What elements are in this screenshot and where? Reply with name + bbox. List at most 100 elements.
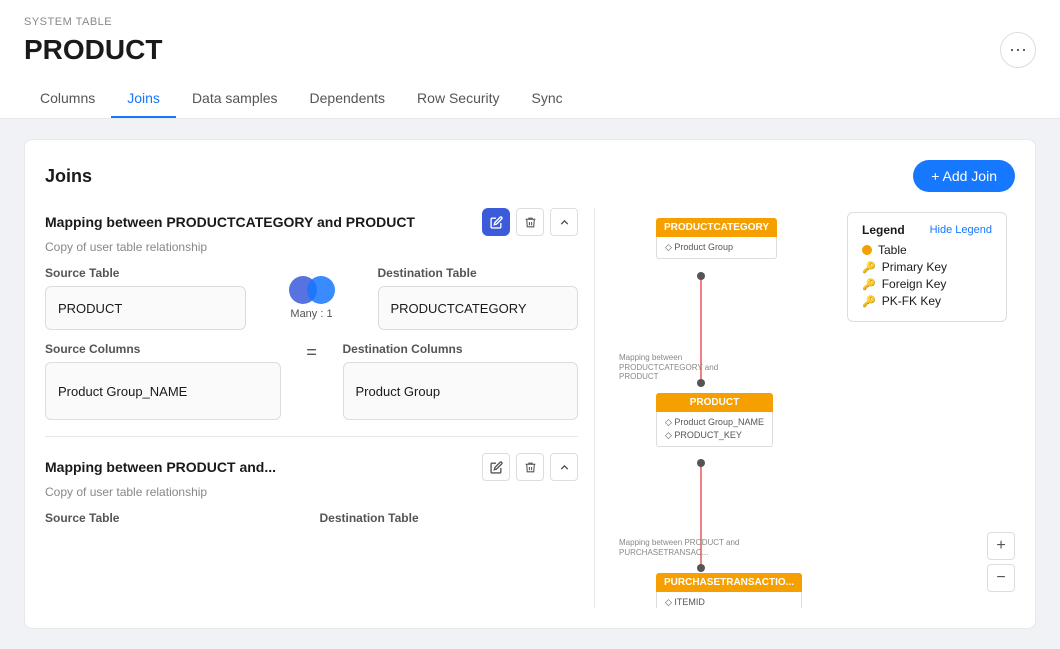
node-field: ◇ ITEMID xyxy=(665,596,793,608)
system-table-label: SYSTEM TABLE xyxy=(24,16,1036,28)
mapping-2-delete-button[interactable] xyxy=(516,453,544,481)
destination-columns-label: Destination Columns xyxy=(343,342,579,356)
tab-joins[interactable]: Joins xyxy=(111,80,176,118)
edit-icon xyxy=(490,216,503,229)
page-title: PRODUCT xyxy=(24,34,162,66)
divider xyxy=(45,436,578,437)
mapping-1-subtitle: Copy of user table relationship xyxy=(45,240,578,254)
more-options-button[interactable]: ⋯ xyxy=(1000,32,1036,68)
tab-dependents[interactable]: Dependents xyxy=(294,80,402,118)
foreign-key-icon: 🔑 xyxy=(862,278,876,291)
main-content: Joins + Add Join Mapping between PRODUCT… xyxy=(0,119,1060,649)
node-product-body: ◇ Product Group_NAME ◇ PRODUCT_KEY xyxy=(656,412,773,447)
mapping-1-title: Mapping between PRODUCTCATEGORY and PROD… xyxy=(45,214,415,230)
mapping-2-subtitle: Copy of user table relationship xyxy=(45,485,578,499)
legend-item-pk: 🔑 Primary Key xyxy=(862,260,992,274)
tab-data-samples[interactable]: Data samples xyxy=(176,80,294,118)
mapping-2-title: Mapping between PRODUCT and... xyxy=(45,459,276,475)
zoom-out-button[interactable]: − xyxy=(987,564,1015,592)
source-table-block: Source Table PRODUCT xyxy=(45,266,246,330)
mapping-1-edit-button[interactable] xyxy=(482,208,510,236)
legend-pkfk-label: PK-FK Key xyxy=(882,294,941,308)
destination-table-label: Destination Table xyxy=(378,266,579,280)
venn-diagram xyxy=(289,276,335,304)
node-field: ◇ PRODUCT_KEY xyxy=(665,429,764,442)
zoom-in-button[interactable]: + xyxy=(987,532,1015,560)
source-table-label-2: Source Table xyxy=(45,511,304,525)
source-table-value: PRODUCT xyxy=(45,286,246,330)
node-purchasetransaction-header: PURCHASETRANSACTIO... xyxy=(656,573,802,592)
chevron-up-icon xyxy=(558,216,571,229)
tab-row-security[interactable]: Row Security xyxy=(401,80,515,118)
connector-label-2: Mapping between PRODUCT and PURCHASETRAN… xyxy=(619,538,759,557)
source-table-block-2: Source Table xyxy=(45,511,304,531)
header: SYSTEM TABLE PRODUCT ⋯ Columns Joins Dat… xyxy=(0,0,1060,119)
sd-table-row-2: Source Table Destination Table xyxy=(45,511,578,531)
node-product-header: PRODUCT xyxy=(656,393,773,412)
diagram-area: PRODUCTCATEGORY ◇ Product Group Mapping … xyxy=(611,208,1015,608)
mapping-1-section: Mapping between PRODUCTCATEGORY and PROD… xyxy=(45,208,578,420)
source-column-value: Product Group_NAME xyxy=(45,362,281,420)
legend-table-label: Table xyxy=(878,243,907,257)
destination-columns-block: Destination Columns Product Group xyxy=(343,342,579,420)
zoom-controls: + − xyxy=(987,532,1015,592)
joins-card: Joins + Add Join Mapping between PRODUCT… xyxy=(24,139,1036,629)
node-productcategory-body: ◇ Product Group xyxy=(656,237,777,259)
node-product: PRODUCT ◇ Product Group_NAME ◇ PRODUCT_K… xyxy=(656,393,773,447)
sd-columns-row: Source Columns Product Group_NAME = Dest… xyxy=(45,342,578,420)
chevron-up-icon-2 xyxy=(558,461,571,474)
legend-fk-label: Foreign Key xyxy=(882,277,947,291)
venn-right-circle xyxy=(307,276,335,304)
table-dot-icon xyxy=(862,245,872,255)
destination-column-value: Product Group xyxy=(343,362,579,420)
legend-box: Legend Hide Legend Table 🔑 Primary Key xyxy=(847,212,1007,322)
source-columns-block: Source Columns Product Group_NAME xyxy=(45,342,281,420)
source-columns-label: Source Columns xyxy=(45,342,281,356)
legend-item-fk: 🔑 Foreign Key xyxy=(862,277,992,291)
trash-icon xyxy=(524,216,537,229)
node-productcategory-header: PRODUCTCATEGORY xyxy=(656,218,777,237)
mapping-2-collapse-button[interactable] xyxy=(550,453,578,481)
legend-title-row: Legend Hide Legend xyxy=(862,223,992,237)
mapping-2-actions xyxy=(482,453,578,481)
edit-icon-2 xyxy=(490,461,503,474)
mapping-2-edit-button[interactable] xyxy=(482,453,510,481)
mapping-1-header: Mapping between PRODUCTCATEGORY and PROD… xyxy=(45,208,578,236)
source-table-label: Source Table xyxy=(45,266,246,280)
destination-table-block-2: Destination Table xyxy=(320,511,579,531)
joins-panels: Mapping between PRODUCTCATEGORY and PROD… xyxy=(45,208,1015,608)
node-purchasetransaction: PURCHASETRANSACTIO... ◇ ITEMID xyxy=(656,573,802,608)
node-purchasetransaction-body: ◇ ITEMID xyxy=(656,592,802,608)
mapping-1-delete-button[interactable] xyxy=(516,208,544,236)
mapping-2-section: Mapping between PRODUCT and... xyxy=(45,453,578,531)
page-wrapper: SYSTEM TABLE PRODUCT ⋯ Columns Joins Dat… xyxy=(0,0,1060,649)
joins-section-title: Joins xyxy=(45,166,92,187)
tab-sync[interactable]: Sync xyxy=(516,80,579,118)
primary-key-icon: 🔑 xyxy=(862,261,876,274)
trash-icon-2 xyxy=(524,461,537,474)
node-field: ◇ Product Group_NAME xyxy=(665,416,764,429)
tabs-bar: Columns Joins Data samples Dependents Ro… xyxy=(24,80,1036,118)
legend-item-table: Table xyxy=(862,243,992,257)
add-join-button[interactable]: + Add Join xyxy=(913,160,1015,192)
legend-item-pkfk: 🔑 PK-FK Key xyxy=(862,294,992,308)
join-type-label: Many : 1 xyxy=(290,308,332,320)
destination-table-block: Destination Table PRODUCTCATEGORY xyxy=(378,266,579,330)
node-productcategory: PRODUCTCATEGORY ◇ Product Group xyxy=(656,218,777,259)
node-field: ◇ Product Group xyxy=(665,241,768,254)
hide-legend-button[interactable]: Hide Legend xyxy=(930,224,992,236)
destination-table-label-2: Destination Table xyxy=(320,511,579,525)
mapping-2-header: Mapping between PRODUCT and... xyxy=(45,453,578,481)
equals-sign: = xyxy=(297,342,327,420)
sd-table-row: Source Table PRODUCT Many : 1 xyxy=(45,266,578,330)
page-title-row: PRODUCT ⋯ xyxy=(24,32,1036,68)
joins-left-panel: Mapping between PRODUCTCATEGORY and PROD… xyxy=(45,208,595,608)
connector-label-1: Mapping between PRODUCTCATEGORY and PROD… xyxy=(619,353,759,382)
destination-table-value: PRODUCTCATEGORY xyxy=(378,286,579,330)
legend-title: Legend xyxy=(862,223,905,237)
pkfk-key-icon: 🔑 xyxy=(862,295,876,308)
mapping-1-actions xyxy=(482,208,578,236)
mapping-1-collapse-button[interactable] xyxy=(550,208,578,236)
tab-columns[interactable]: Columns xyxy=(24,80,111,118)
joins-card-header: Joins + Add Join xyxy=(45,160,1015,192)
